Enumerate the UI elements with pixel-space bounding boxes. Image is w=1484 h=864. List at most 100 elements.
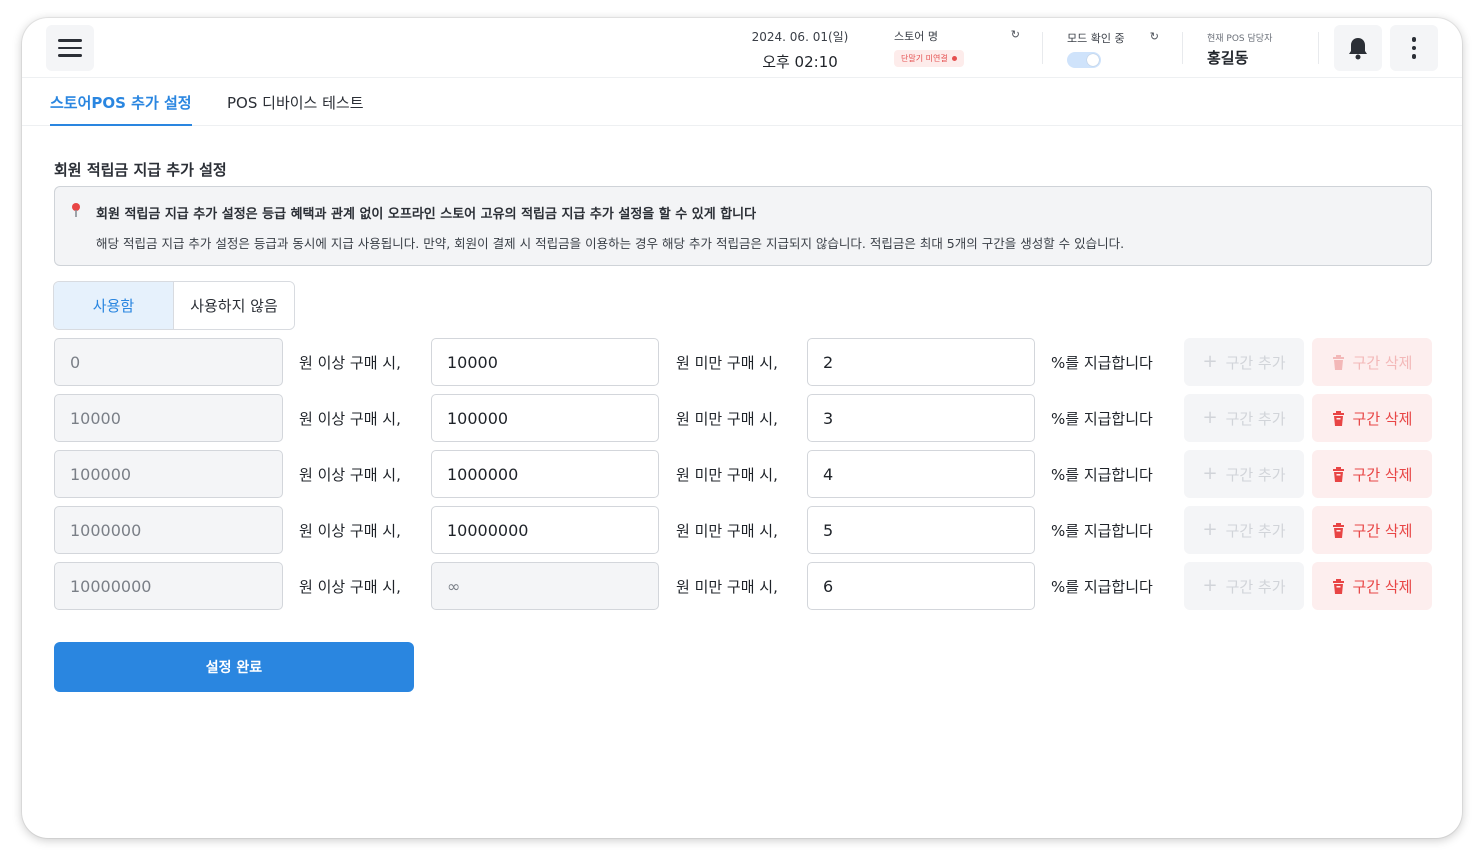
from-amount-input[interactable]: 10000000 (54, 562, 283, 610)
mode-info: 모드 확인 중 ↻ (1067, 30, 1159, 68)
rate-input[interactable]: 2 (807, 338, 1035, 386)
plus-icon: + (1202, 519, 1218, 540)
delete-range-button[interactable]: 구간 삭제 (1312, 450, 1432, 498)
delete-range-button[interactable]: 구간 삭제 (1312, 562, 1432, 610)
more-vertical-icon[interactable] (1390, 25, 1438, 71)
notice-title: 회원 적립금 지급 추가 설정은 등급 혜택과 관계 없이 오프라인 스토어 고… (96, 207, 757, 222)
store-info: 스토어 명 ↻ 단말기 미연결 (894, 28, 1020, 67)
store-status-text: 단말기 미연결 (901, 54, 948, 63)
bell-icon[interactable] (1334, 25, 1382, 71)
add-range-button[interactable]: + 구간 추가 (1184, 450, 1304, 498)
rate-suffix: %를 지급합니다 (1051, 410, 1153, 428)
add-range-label: 구간 추가 (1225, 409, 1286, 428)
delete-range-label: 구간 삭제 (1352, 577, 1413, 596)
from-suffix: 원 이상 구매 시, (299, 410, 401, 428)
to-suffix: 원 미만 구매 시, (676, 354, 778, 372)
to-amount-input[interactable]: 10000000 (431, 506, 659, 554)
from-amount-input[interactable]: 100000 (54, 450, 283, 498)
staff-name: 홍길동 (1207, 49, 1249, 67)
plus-icon: + (1202, 575, 1218, 596)
add-range-label: 구간 추가 (1225, 353, 1286, 372)
divider (1042, 32, 1043, 64)
from-suffix: 원 이상 구매 시, (299, 354, 401, 372)
no-use-button[interactable]: 사용하지 않음 (174, 282, 294, 329)
divider (1182, 32, 1183, 64)
delete-range-button[interactable]: 구간 삭제 (1312, 394, 1432, 442)
to-suffix: 원 미만 구매 시, (676, 578, 778, 596)
trash-icon (1332, 522, 1344, 538)
add-range-button[interactable]: + 구간 추가 (1184, 394, 1304, 442)
store-label: 스토어 명 (894, 30, 938, 43)
mode-refresh-icon[interactable]: ↻ (1150, 30, 1159, 43)
delete-range-label: 구간 삭제 (1352, 409, 1413, 428)
tab-store-pos-settings[interactable]: 스토어POS 추가 설정 (50, 92, 192, 126)
plus-icon: + (1202, 407, 1218, 428)
tab-bar: 스토어POS 추가 설정 POS 디바이스 테스트 (22, 78, 1462, 126)
add-range-button[interactable]: + 구간 추가 (1184, 562, 1304, 610)
rate-input[interactable]: 4 (807, 450, 1035, 498)
trash-icon (1332, 578, 1344, 594)
plus-icon: + (1202, 463, 1218, 484)
staff-info: 현재 POS 담당자 홍길동 (1207, 31, 1272, 68)
pin-icon (72, 203, 80, 217)
from-suffix: 원 이상 구매 시, (299, 522, 401, 540)
from-amount-input[interactable]: 0 (54, 338, 283, 386)
range-row: 10000000 원 이상 구매 시, ∞ 원 미만 구매 시, 6 %를 지급… (22, 562, 1462, 610)
delete-range-label: 구간 삭제 (1352, 465, 1413, 484)
add-range-label: 구간 추가 (1225, 465, 1286, 484)
use-button[interactable]: 사용함 (54, 282, 174, 329)
delete-range-label: 구간 삭제 (1352, 353, 1413, 372)
store-status-badge: 단말기 미연결 (894, 50, 964, 67)
datetime: 2024. 06. 01(일) 오후 02:10 (740, 28, 860, 72)
mode-toggle[interactable] (1067, 52, 1101, 68)
to-suffix: 원 미만 구매 시, (676, 522, 778, 540)
range-row: 10000 원 이상 구매 시, 100000 원 미만 구매 시, 3 %를 … (22, 394, 1462, 442)
rate-input[interactable]: 6 (807, 562, 1035, 610)
section-title: 회원 적립금 지급 추가 설정 (54, 161, 227, 179)
notice-box: 회원 적립금 지급 추가 설정은 등급 혜택과 관계 없이 오프라인 스토어 고… (54, 186, 1432, 266)
trash-icon (1332, 354, 1344, 370)
from-amount-input[interactable]: 1000000 (54, 506, 283, 554)
trash-icon (1332, 410, 1344, 426)
from-amount-input[interactable]: 10000 (54, 394, 283, 442)
date-text: 2024. 06. 01(일) (751, 30, 849, 44)
range-row: 100000 원 이상 구매 시, 1000000 원 미만 구매 시, 4 %… (22, 450, 1462, 498)
top-bar: 2024. 06. 01(일) 오후 02:10 스토어 명 ↻ 단말기 미연결… (22, 18, 1462, 78)
trash-icon (1332, 466, 1344, 482)
submit-button[interactable]: 설정 완료 (54, 642, 414, 692)
use-toggle-group: 사용함 사용하지 않음 (53, 281, 295, 330)
rate-suffix: %를 지급합니다 (1051, 466, 1153, 484)
tab-pos-device-test[interactable]: POS 디바이스 테스트 (227, 92, 364, 126)
to-suffix: 원 미만 구매 시, (676, 410, 778, 428)
to-amount-input[interactable]: 10000 (431, 338, 659, 386)
pos-window: 2024. 06. 01(일) 오후 02:10 스토어 명 ↻ 단말기 미연결… (22, 18, 1462, 838)
plus-icon: + (1202, 351, 1218, 372)
time-text: 오후 02:10 (762, 53, 838, 71)
add-range-button[interactable]: + 구간 추가 (1184, 506, 1304, 554)
from-suffix: 원 이상 구매 시, (299, 578, 401, 596)
menu-icon[interactable] (46, 25, 94, 71)
delete-range-label: 구간 삭제 (1352, 521, 1413, 540)
range-row: 1000000 원 이상 구매 시, 10000000 원 미만 구매 시, 5… (22, 506, 1462, 554)
rate-suffix: %를 지급합니다 (1051, 578, 1153, 596)
rate-input[interactable]: 5 (807, 506, 1035, 554)
add-range-button[interactable]: + 구간 추가 (1184, 338, 1304, 386)
delete-range-button[interactable]: 구간 삭제 (1312, 506, 1432, 554)
status-dot-icon (951, 56, 957, 61)
add-range-label: 구간 추가 (1225, 521, 1286, 540)
to-amount-input[interactable]: 1000000 (431, 450, 659, 498)
from-suffix: 원 이상 구매 시, (299, 466, 401, 484)
mode-label: 모드 확인 중 (1067, 32, 1125, 45)
staff-label: 현재 POS 담당자 (1207, 34, 1273, 44)
notice-body: 해당 적립금 지급 추가 설정은 등급과 동시에 지급 사용됩니다. 만약, 회… (96, 236, 1125, 251)
divider (1318, 32, 1319, 64)
store-refresh-icon[interactable]: ↻ (1011, 28, 1020, 41)
range-row: 0 원 이상 구매 시, 10000 원 미만 구매 시, 2 %를 지급합니다… (22, 338, 1462, 386)
rate-input[interactable]: 3 (807, 394, 1035, 442)
to-amount-input[interactable]: ∞ (431, 562, 659, 610)
rate-suffix: %를 지급합니다 (1051, 522, 1153, 540)
to-suffix: 원 미만 구매 시, (676, 466, 778, 484)
to-amount-input[interactable]: 100000 (431, 394, 659, 442)
rate-suffix: %를 지급합니다 (1051, 354, 1153, 372)
delete-range-button[interactable]: 구간 삭제 (1312, 338, 1432, 386)
